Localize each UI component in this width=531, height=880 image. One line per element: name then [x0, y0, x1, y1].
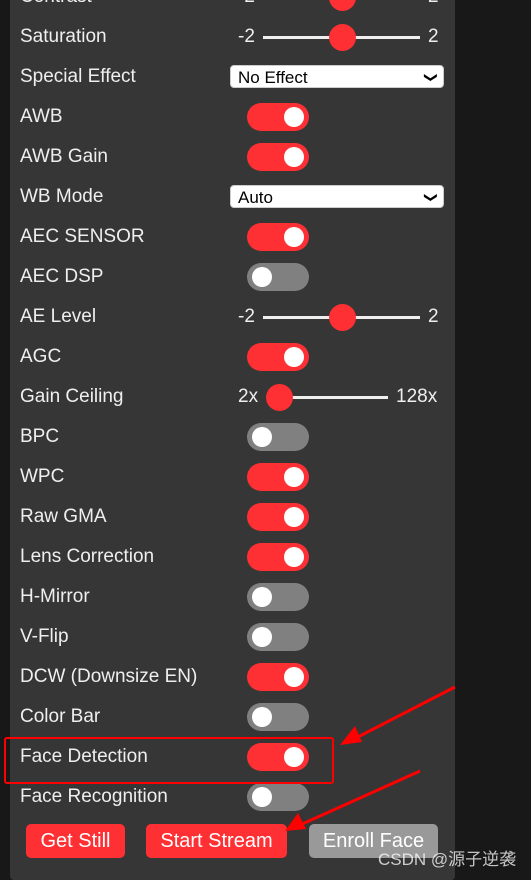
annotation-arrows: [285, 685, 456, 831]
watermark: CSDN @源子逆袭: [378, 850, 517, 869]
